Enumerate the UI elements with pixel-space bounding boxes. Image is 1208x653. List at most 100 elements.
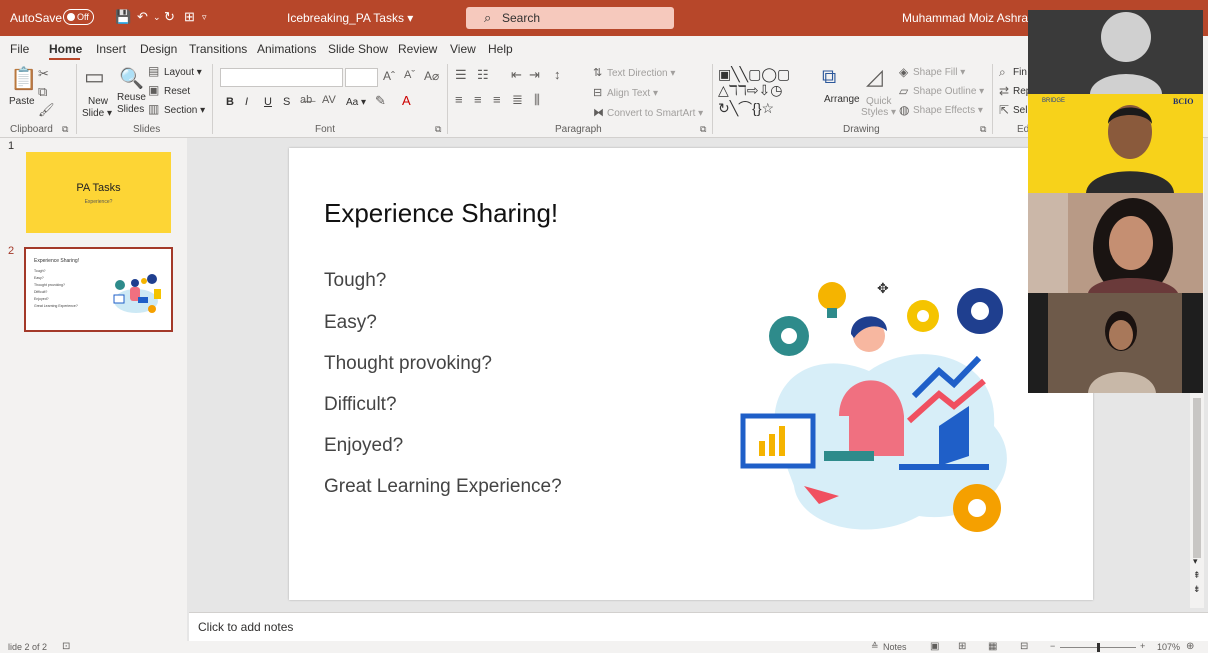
replace-icon[interactable]: ⇄ — [999, 84, 1009, 98]
slide-bullet[interactable]: Enjoyed? — [324, 435, 403, 457]
slide-sorter-icon[interactable]: ⊞ — [958, 641, 966, 652]
new-slide-label[interactable]: New — [88, 96, 108, 107]
increase-indent-icon[interactable]: ⇥ — [529, 67, 540, 83]
cut-icon[interactable]: ✂ — [38, 66, 49, 82]
align-text-button[interactable]: Align Text ▾ — [607, 88, 658, 99]
autosave-toggle[interactable]: Off — [63, 9, 94, 25]
increase-font-icon[interactable]: Aˆ — [383, 69, 395, 83]
clipboard-launcher-icon[interactable]: ⧉ — [62, 124, 68, 135]
strike-abc-icon[interactable]: a̶b̶ — [300, 94, 312, 106]
reset-button[interactable]: Reset — [164, 86, 190, 97]
next-slide-icon[interactable]: ⇟ — [1193, 584, 1201, 595]
previous-slide-icon[interactable]: ⇞ — [1193, 570, 1201, 581]
slide-thumbnail-1[interactable]: PA Tasks Experience? — [26, 152, 171, 233]
clear-format-icon[interactable]: A⌀ — [424, 69, 439, 83]
zoom-slider-thumb[interactable] — [1097, 643, 1100, 652]
save-icon[interactable]: 💾 — [115, 9, 131, 25]
reuse-slides-icon[interactable]: 🔍 — [119, 66, 144, 91]
format-painter-icon[interactable]: 🖌 — [38, 102, 55, 118]
smartart-icon[interactable]: ⧓ — [593, 106, 604, 119]
numbering-icon[interactable]: ☷ — [477, 67, 489, 83]
align-text-icon[interactable]: ⊟ — [593, 86, 602, 99]
character-spacing-icon[interactable]: AV — [322, 94, 336, 106]
scrollbar-thumb[interactable] — [1193, 398, 1201, 558]
tab-review[interactable]: Review — [398, 42, 437, 56]
decrease-font-icon[interactable]: Aˇ — [404, 69, 415, 81]
tab-view[interactable]: View — [450, 42, 476, 56]
line-spacing-icon[interactable]: ↕ — [554, 67, 561, 82]
slide-canvas[interactable]: Experience Sharing! Tough? Easy? Thought… — [289, 148, 1093, 600]
slide-thumbnail-2[interactable]: Experience Sharing! Tough? Easy? Thought… — [24, 247, 173, 332]
video-tile-participant-2[interactable] — [1028, 193, 1203, 293]
reset-icon[interactable]: ▣ — [148, 83, 159, 97]
normal-view-icon[interactable]: ▣ — [930, 641, 939, 652]
start-slideshow-icon[interactable]: ⊞ — [184, 9, 195, 25]
scroll-down-icon[interactable]: ▾ — [1193, 556, 1198, 567]
align-center-icon[interactable]: ≡ — [474, 92, 482, 107]
new-slide-icon[interactable]: ▭ — [84, 64, 105, 90]
find-icon[interactable]: ⌕ — [999, 65, 1006, 80]
section-button[interactable]: Section ▾ — [164, 105, 205, 116]
slide-bullet[interactable]: Difficult? — [324, 394, 397, 416]
reading-view-icon[interactable]: ▦ — [988, 641, 997, 652]
italic-button[interactable]: I — [245, 96, 248, 108]
reuse-slides-label[interactable]: Reuse — [117, 92, 146, 103]
zoom-out-button[interactable]: − — [1050, 641, 1055, 651]
shape-effects-button[interactable]: Shape Effects ▾ — [913, 105, 983, 116]
tab-file[interactable]: File — [10, 42, 29, 56]
paragraph-launcher-icon[interactable]: ⧉ — [700, 124, 706, 135]
layout-icon[interactable]: ▤ — [148, 64, 159, 78]
find-button[interactable]: Fin — [1013, 67, 1027, 78]
bold-button[interactable]: B — [226, 96, 234, 108]
paste-button[interactable]: Paste — [9, 96, 35, 107]
section-icon[interactable]: ▥ — [148, 102, 159, 116]
paste-icon[interactable]: 📋 — [10, 66, 37, 92]
font-launcher-icon[interactable]: ⧉ — [435, 124, 441, 135]
tab-transitions[interactable]: Transitions — [189, 42, 247, 56]
video-tile-presenter[interactable] — [1028, 10, 1203, 94]
copy-icon[interactable]: ⧉ — [38, 84, 47, 100]
layout-button[interactable]: Layout ▾ — [164, 67, 202, 78]
customize-toolbar-icon[interactable]: ▿ — [202, 9, 207, 25]
fit-slide-icon[interactable]: ⊕ — [1186, 641, 1194, 652]
shapes-gallery[interactable]: ▣╲╲▢◯▢ △ℸℸ⇨⇩◷ ↻╲⌒{}☆ — [718, 66, 818, 116]
tab-help[interactable]: Help — [488, 42, 513, 56]
align-left-icon[interactable]: ≡ — [455, 92, 463, 107]
strikethrough-button[interactable]: S — [283, 96, 290, 108]
change-case-button[interactable]: Aa ▾ — [346, 97, 366, 108]
select-button[interactable]: Sel — [1013, 105, 1027, 116]
underline-button[interactable]: U — [264, 96, 272, 108]
columns-icon[interactable]: ⫼ — [534, 92, 540, 108]
convert-smartart-button[interactable]: Convert to SmartArt ▾ — [607, 108, 703, 119]
quick-styles-label[interactable]: Quick — [866, 96, 892, 107]
slide-bullet[interactable]: Thought provoking? — [324, 353, 492, 375]
zoom-level[interactable]: 107% — [1157, 642, 1180, 652]
tab-design[interactable]: Design — [140, 42, 177, 56]
select-icon[interactable]: ⇱ — [999, 103, 1009, 117]
document-title[interactable]: Icebreaking_PA Tasks ▾ — [287, 11, 413, 25]
text-direction-icon[interactable]: ⇅ — [593, 66, 602, 79]
text-direction-button[interactable]: Text Direction ▾ — [607, 68, 675, 79]
redo-icon[interactable]: ↻ — [164, 9, 175, 25]
font-size-box[interactable] — [345, 68, 378, 87]
align-right-icon[interactable]: ≡ — [493, 92, 501, 107]
drawing-launcher-icon[interactable]: ⧉ — [980, 124, 986, 135]
slide-bullet[interactable]: Tough? — [324, 270, 386, 292]
zoom-in-button[interactable]: + — [1140, 641, 1145, 651]
tab-animations[interactable]: Animations — [257, 42, 316, 56]
notes-pane[interactable]: Click to add notes — [189, 612, 1208, 641]
shape-effects-icon[interactable]: ◍ — [899, 103, 909, 117]
shape-outline-button[interactable]: Shape Outline ▾ — [913, 86, 984, 97]
slide-bullet[interactable]: Great Learning Experience? — [324, 476, 562, 498]
new-slide-label-2[interactable]: Slide ▾ — [82, 108, 112, 119]
bullets-icon[interactable]: ☰ — [455, 67, 467, 83]
notes-toggle[interactable]: Notes — [883, 642, 907, 652]
tab-slide-show[interactable]: Slide Show — [328, 42, 388, 56]
font-color-icon[interactable]: A — [402, 93, 411, 108]
arrange-button[interactable]: Arrange — [824, 94, 860, 105]
decrease-indent-icon[interactable]: ⇤ — [511, 67, 522, 83]
search-box[interactable]: ⌕ Search — [466, 7, 674, 29]
tab-home[interactable]: Home — [49, 42, 82, 56]
shape-fill-icon[interactable]: ◈ — [899, 65, 908, 79]
video-tile-participant-3[interactable] — [1028, 293, 1203, 393]
